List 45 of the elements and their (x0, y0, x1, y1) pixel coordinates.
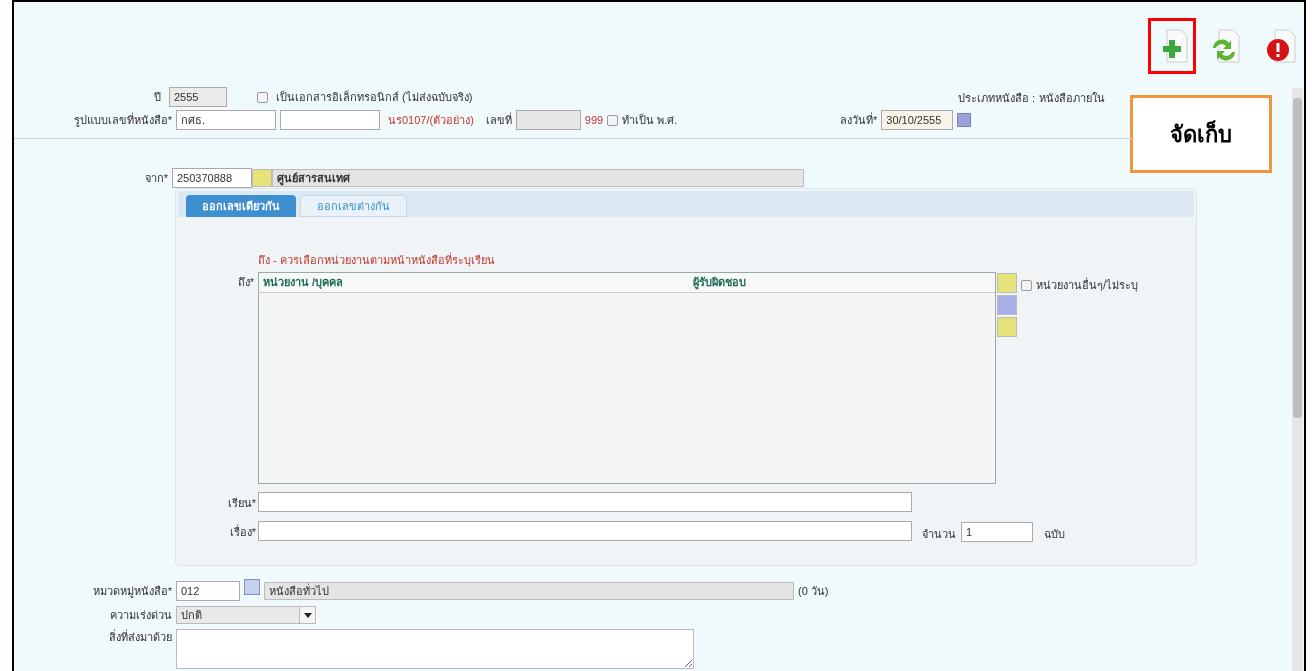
checkbox[interactable] (607, 114, 619, 126)
prefix-field[interactable]: กศธ. (176, 110, 276, 130)
date-label: ลงวันที่* (840, 111, 878, 128)
input-field[interactable] (258, 521, 912, 541)
date-field[interactable]: 30/10/2555 (881, 110, 954, 130)
copies-field[interactable]: 1 (961, 522, 1033, 542)
field-label: หมวดหมู่หนังสือ* (91, 583, 172, 600)
year-field[interactable]: 2555 (169, 87, 227, 107)
field-label: จาก* (143, 170, 169, 186)
number-field[interactable] (515, 110, 581, 130)
field-label: รูปแบบเลขที่หนังสือ* (72, 111, 172, 129)
input-field[interactable] (280, 110, 380, 130)
year-label: ปี (154, 89, 161, 105)
caret-icon (299, 607, 315, 623)
field-label: เรียน* (226, 496, 256, 511)
example-text: นร0107/(ตัวอย่าง) (388, 112, 474, 128)
scrollbar[interactable] (1292, 88, 1303, 671)
field-label: ถึง* (236, 275, 254, 290)
unit-label: ฉบับ (1044, 527, 1065, 542)
field-label: สิ่งที่ส่งมาด้วย (108, 629, 172, 645)
column-header: หน่วยงาน /บุคคล (262, 275, 345, 291)
doc-type-label: ประเภทหนังสือ : (958, 91, 1036, 106)
callout-label: จัดเก็บ (1130, 95, 1272, 173)
urgency-dropdown[interactable]: ปกติ (176, 606, 316, 624)
checkbox-label: เป็นเอกสารอิเล็กทรอนิกส์ (ไม่ส่งฉบับจริง) (276, 89, 473, 105)
checkbox[interactable] (1021, 279, 1032, 291)
code-field[interactable]: 012 (176, 581, 240, 601)
attachments-field[interactable] (176, 629, 694, 669)
field-label: เรื่อง* (228, 524, 256, 540)
name-text: ศูนย์สารสนเทศ (277, 170, 350, 187)
days-text: (0 วัน) (798, 583, 829, 599)
field-label: ความเร่งด่วน (109, 607, 172, 623)
number-label: เลขที่ (485, 111, 512, 128)
checkbox-label: ทำเป็น พ.ศ. (622, 112, 678, 128)
checkbox[interactable] (257, 91, 268, 103)
hint-text: ถึง - ควรเลือกหน่วยงานตามหน้าหนังสือที่ระบุเรียน (258, 252, 495, 269)
add-button[interactable] (1148, 18, 1196, 74)
suffix-text: 999 (584, 112, 604, 128)
checkbox-label: หน่วยงานอื่นๆ/ไม่ระบุ (1036, 277, 1139, 294)
doc-type-value: หนังสือภายใน (1039, 91, 1106, 106)
code-field[interactable]: 250370888 (172, 168, 252, 188)
column-header: ผู้รับผิดชอบ (692, 275, 746, 291)
input-field[interactable] (258, 492, 912, 512)
name-text: หนังสือทั่วไป (269, 582, 329, 599)
field-label: จำนวน (922, 527, 956, 542)
